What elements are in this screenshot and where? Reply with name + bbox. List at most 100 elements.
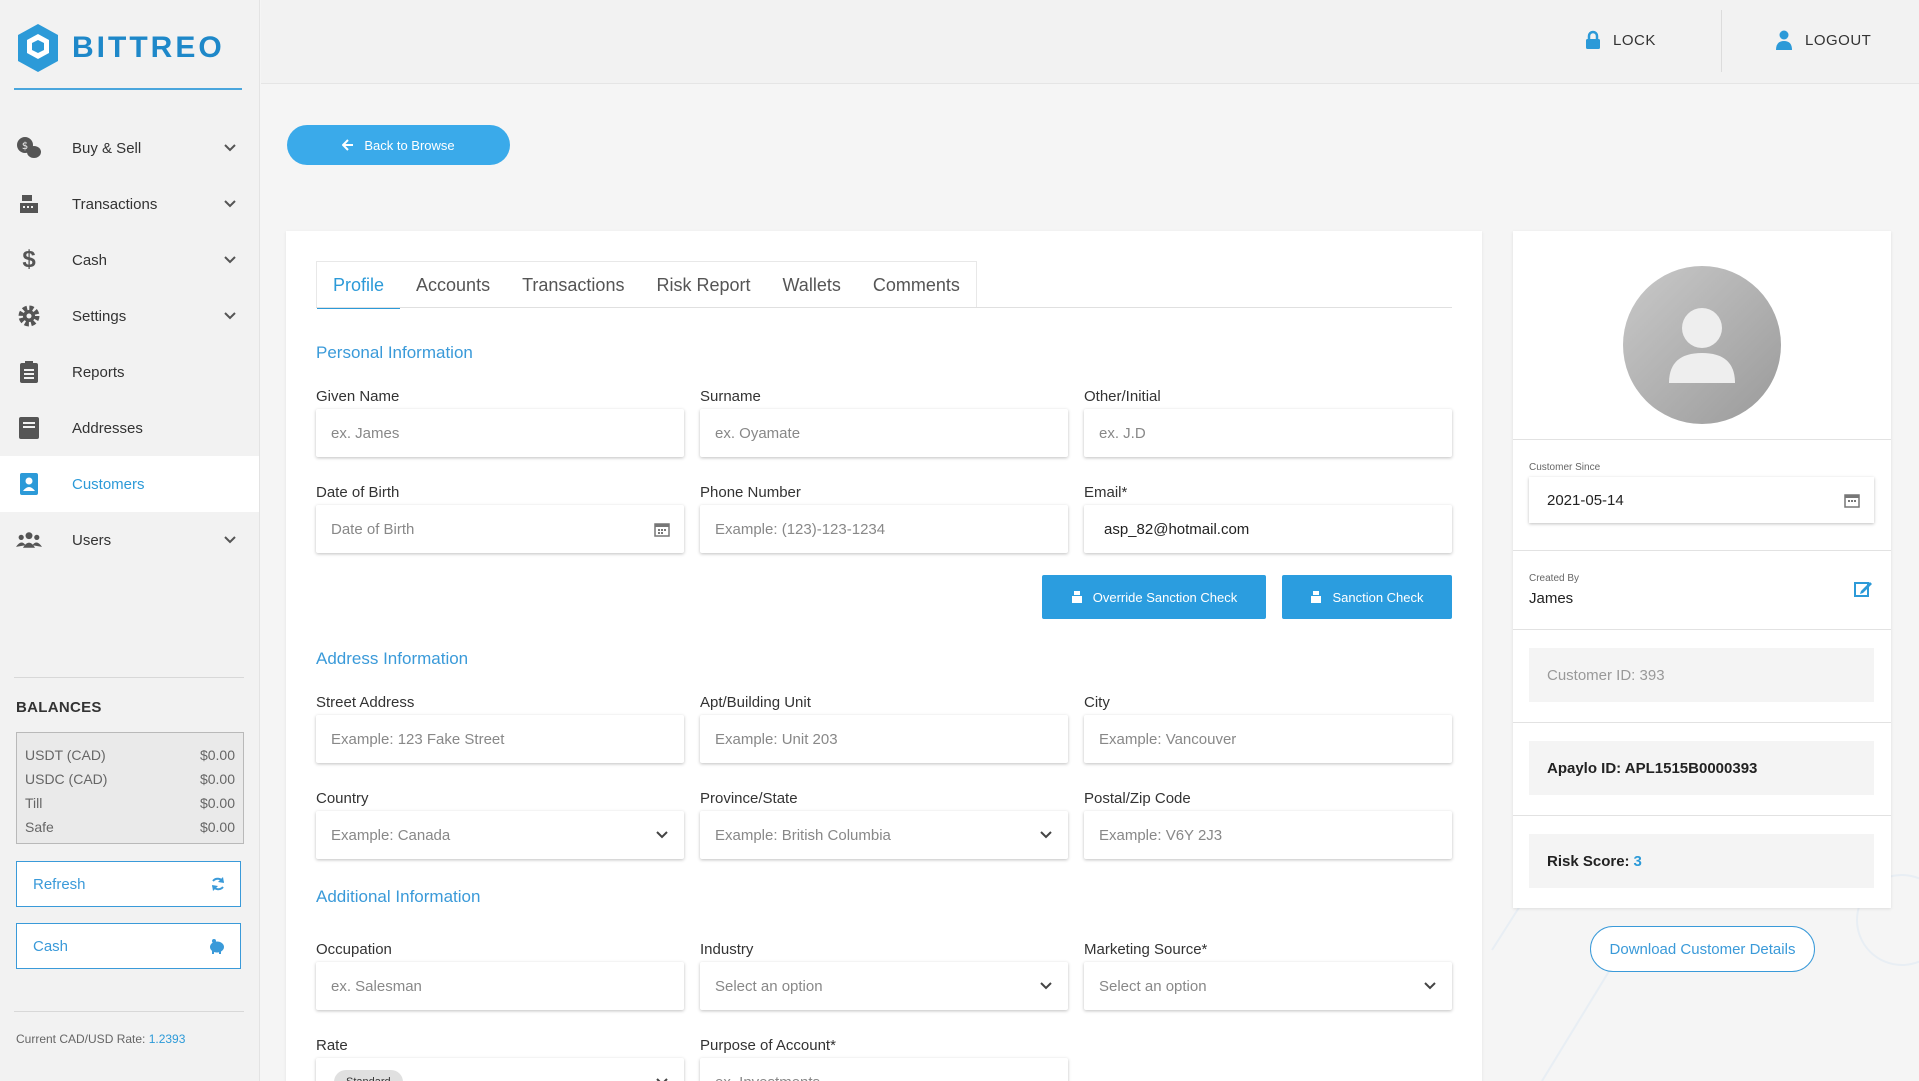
country-placeholder: Example: Canada xyxy=(331,826,451,844)
apt-input[interactable]: Example: Unit 203 xyxy=(700,715,1068,763)
lock-button[interactable]: LOCK xyxy=(1585,30,1656,50)
postal-input[interactable]: Example: V6Y 2J3 xyxy=(1084,811,1452,859)
dob-label: Date of Birth xyxy=(316,484,400,501)
sidebar-item-label: Buy & Sell xyxy=(72,139,142,157)
sidebar-item-cash[interactable]: $ Cash xyxy=(0,232,259,288)
address-book-icon xyxy=(16,415,42,441)
tab-comments[interactable]: Comments xyxy=(857,262,976,308)
balance-row: Till $0.00 xyxy=(25,791,235,815)
user-placeholder-icon xyxy=(1669,308,1735,383)
refresh-icon xyxy=(212,877,224,891)
country-select[interactable]: Example: Canada xyxy=(316,811,684,859)
street-input[interactable]: Example: 123 Fake Street xyxy=(316,715,684,763)
email-label: Email* xyxy=(1084,484,1128,501)
city-input[interactable]: Example: Vancouver xyxy=(1084,715,1452,763)
purpose-input[interactable]: ex. Investments xyxy=(700,1058,1068,1081)
sidebar-item-reports[interactable]: Reports xyxy=(0,344,259,400)
sidebar-item-label: Transactions xyxy=(72,195,158,213)
calendar-icon xyxy=(1844,494,1860,508)
refresh-button[interactable]: Refresh xyxy=(16,861,241,907)
rate-chip: Standard xyxy=(334,1070,403,1081)
back-to-browse-button[interactable]: Back to Browse xyxy=(287,125,510,165)
balance-value: $0.00 xyxy=(199,795,235,811)
sidebar: BITTREO $ Buy & Sell Transactions $ Cash xyxy=(0,0,260,1081)
rate-divider xyxy=(14,1011,244,1012)
tab-wallets[interactable]: Wallets xyxy=(766,262,856,308)
industry-label: Industry xyxy=(700,941,754,958)
rate-label: Rate xyxy=(316,1037,348,1054)
sanction-icon xyxy=(1311,591,1322,603)
cash-button[interactable]: Cash xyxy=(16,923,241,969)
customer-summary-card: Customer Since 2021-05-14 Created By Jam… xyxy=(1513,231,1891,908)
tab-risk-report[interactable]: Risk Report xyxy=(640,262,766,308)
email-input[interactable]: asp_82@hotmail.com xyxy=(1084,505,1452,553)
occupation-label: Occupation xyxy=(316,941,392,958)
sidebar-item-label: Addresses xyxy=(72,419,143,437)
edit-icon[interactable] xyxy=(1853,579,1873,599)
surname-label: Surname xyxy=(700,388,761,405)
sidebar-item-customers[interactable]: Customers xyxy=(0,456,259,512)
balances-box: USDT (CAD) $0.00 USDC (CAD) $0.00 Till $0.0… xyxy=(16,732,244,844)
exchange-icon: $ xyxy=(16,135,42,161)
dob-input[interactable]: Date of Birth xyxy=(316,505,684,553)
customer-id-box: Customer ID: 393 xyxy=(1529,648,1874,702)
summary-divider xyxy=(1513,550,1891,551)
tab-accounts[interactable]: Accounts xyxy=(400,262,506,308)
logout-button[interactable]: LOGOUT xyxy=(1775,30,1871,50)
top-bar: LOCK LOGOUT xyxy=(261,0,1919,84)
rate-select[interactable]: Standard xyxy=(316,1058,684,1081)
customer-since-value: 2021-05-14 xyxy=(1547,491,1624,509)
apt-label: Apt/Building Unit xyxy=(700,694,811,711)
bittreo-cube-icon xyxy=(18,24,58,72)
apaylo-id-box: Apaylo ID: APL1515B0000393 xyxy=(1529,741,1874,795)
sidebar-item-users[interactable]: Users xyxy=(0,512,259,568)
balance-name: Safe xyxy=(25,819,54,835)
sidebar-item-buy-sell[interactable]: $ Buy & Sell xyxy=(0,120,259,176)
register-icon xyxy=(16,191,42,217)
sidebar-item-transactions[interactable]: Transactions xyxy=(0,176,259,232)
sanction-check-button[interactable]: Sanction Check xyxy=(1282,575,1452,619)
calendar-icon xyxy=(654,523,670,537)
download-customer-details-button[interactable]: Download Customer Details xyxy=(1590,926,1815,972)
province-label: Province/State xyxy=(700,790,798,807)
brand-logo[interactable]: BITTREO xyxy=(16,22,225,74)
sanction-icon xyxy=(1071,591,1082,603)
marketing-source-select[interactable]: Select an option xyxy=(1084,962,1452,1010)
chevron-down-icon xyxy=(224,256,236,264)
phone-input[interactable]: Example: (123)-123-1234 xyxy=(700,505,1068,553)
logout-label: LOGOUT xyxy=(1805,31,1872,49)
street-label: Street Address xyxy=(316,694,415,711)
customer-profile-card: Profile Accounts Transactions Risk Repor… xyxy=(286,231,1482,1081)
occupation-input[interactable]: ex. Salesman xyxy=(316,962,684,1010)
cash-label: Cash xyxy=(33,937,69,955)
sidebar-item-addresses[interactable]: Addresses xyxy=(0,400,259,456)
risk-score-box: Risk Score: 3 xyxy=(1529,834,1874,888)
chevron-down-icon xyxy=(656,1078,668,1081)
chevron-down-icon xyxy=(1040,982,1052,990)
customer-icon xyxy=(16,471,42,497)
exchange-rate: Current CAD/USD Rate: 1.2393 xyxy=(16,1032,185,1046)
tab-profile[interactable]: Profile xyxy=(317,262,401,309)
override-sanction-check-button[interactable]: Override Sanction Check xyxy=(1042,575,1266,619)
surname-input[interactable]: ex. Oyamate xyxy=(700,409,1068,457)
industry-select[interactable]: Select an option xyxy=(700,962,1068,1010)
sidebar-item-label: Reports xyxy=(72,363,125,381)
piggy-bank-icon xyxy=(210,939,224,954)
other-initial-input[interactable]: ex. J.D xyxy=(1084,409,1452,457)
tab-transactions[interactable]: Transactions xyxy=(506,262,640,308)
back-label: Back to Browse xyxy=(364,137,455,153)
customer-since-input[interactable]: 2021-05-14 xyxy=(1529,477,1874,523)
balance-value: $0.00 xyxy=(199,747,235,763)
given-name-input[interactable]: ex. James xyxy=(316,409,684,457)
summary-divider xyxy=(1513,722,1891,723)
avatar xyxy=(1623,266,1781,424)
balance-value: $0.00 xyxy=(199,819,235,835)
chevron-down-icon xyxy=(224,144,236,152)
tabs-underline xyxy=(316,307,1452,308)
province-select[interactable]: Example: British Columbia xyxy=(700,811,1068,859)
chevron-down-icon xyxy=(656,831,668,839)
given-name-label: Given Name xyxy=(316,388,400,405)
balance-row: USDT (CAD) $0.00 xyxy=(25,743,235,767)
sidebar-item-settings[interactable]: Settings xyxy=(0,288,259,344)
chevron-down-icon xyxy=(224,536,236,544)
